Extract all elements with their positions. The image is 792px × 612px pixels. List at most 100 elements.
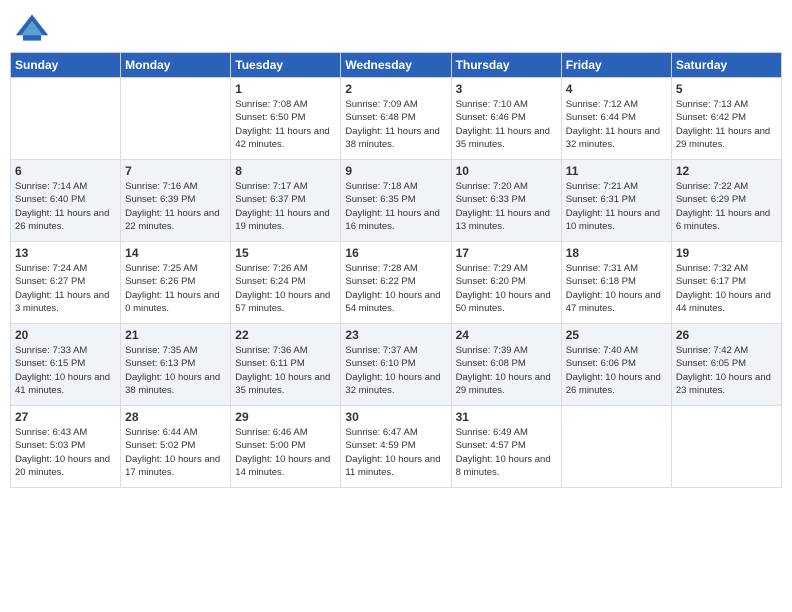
logo	[14, 10, 54, 46]
calendar-week: 20 Sunrise: 7:33 AM Sunset: 6:15 PM Dayli…	[11, 324, 782, 406]
calendar-cell: 19Sunrise: 7:32 AM Sunset: 6:17 PM Dayli…	[671, 242, 781, 324]
header-row: SundayMondayTuesdayWednesdayThursdayFrid…	[11, 53, 782, 78]
cell-content: Sunrise: 7:18 AM Sunset: 6:35 PM Dayligh…	[345, 180, 446, 233]
calendar-cell: 29 Sunrise: 6:46 AM Sunset: 5:00 PM Dayli…	[231, 406, 341, 488]
calendar-cell	[561, 406, 671, 488]
cell-content: Sunrise: 7:13 AM Sunset: 6:42 PM Dayligh…	[676, 98, 777, 151]
calendar-cell: 12 Sunrise: 7:22 AM Sunset: 6:29 PM Dayli…	[671, 160, 781, 242]
calendar-cell: 23 Sunrise: 7:37 AM Sunset: 6:10 PM Dayli…	[341, 324, 451, 406]
header-day: Thursday	[451, 53, 561, 78]
day-number: 20	[15, 328, 116, 342]
day-number: 12	[676, 164, 777, 178]
day-number: 5	[676, 82, 777, 96]
cell-content: Sunrise: 7:35 AM Sunset: 6:13 PM Dayligh…	[125, 344, 226, 397]
cell-content: Sunrise: 7:40 AM Sunset: 6:06 PM Dayligh…	[566, 344, 667, 397]
cell-content: Sunrise: 6:44 AM Sunset: 5:02 PM Dayligh…	[125, 426, 226, 479]
calendar-cell: 9 Sunrise: 7:18 AM Sunset: 6:35 PM Daylig…	[341, 160, 451, 242]
cell-content: Sunrise: 7:33 AM Sunset: 6:15 PM Dayligh…	[15, 344, 116, 397]
cell-content: Sunrise: 7:12 AM Sunset: 6:44 PM Dayligh…	[566, 98, 667, 151]
day-number: 9	[345, 164, 446, 178]
cell-content: Sunrise: 7:08 AM Sunset: 6:50 PM Dayligh…	[235, 98, 336, 151]
cell-content: Sunrise: 7:10 AM Sunset: 6:46 PM Dayligh…	[456, 98, 557, 151]
header-day: Wednesday	[341, 53, 451, 78]
page-header	[10, 10, 782, 46]
calendar-cell: 5 Sunrise: 7:13 AM Sunset: 6:42 PM Daylig…	[671, 78, 781, 160]
day-number: 14	[125, 246, 226, 260]
calendar-cell: 25 Sunrise: 7:40 AM Sunset: 6:06 PM Dayli…	[561, 324, 671, 406]
day-number: 18	[566, 246, 667, 260]
header-day: Friday	[561, 53, 671, 78]
calendar-cell: 16Sunrise: 7:28 AM Sunset: 6:22 PM Dayli…	[341, 242, 451, 324]
day-number: 10	[456, 164, 557, 178]
cell-content: Sunrise: 7:31 AM Sunset: 6:18 PM Dayligh…	[566, 262, 667, 315]
cell-content: Sunrise: 7:32 AM Sunset: 6:17 PM Dayligh…	[676, 262, 777, 315]
day-number: 24	[456, 328, 557, 342]
cell-content: Sunrise: 7:39 AM Sunset: 6:08 PM Dayligh…	[456, 344, 557, 397]
day-number: 30	[345, 410, 446, 424]
cell-content: Sunrise: 7:14 AM Sunset: 6:40 PM Dayligh…	[15, 180, 116, 233]
cell-content: Sunrise: 7:26 AM Sunset: 6:24 PM Dayligh…	[235, 262, 336, 315]
calendar-cell: 3 Sunrise: 7:10 AM Sunset: 6:46 PM Daylig…	[451, 78, 561, 160]
cell-content: Sunrise: 7:36 AM Sunset: 6:11 PM Dayligh…	[235, 344, 336, 397]
calendar-cell: 15 Sunrise: 7:26 AM Sunset: 6:24 PM Dayli…	[231, 242, 341, 324]
calendar-cell	[121, 78, 231, 160]
cell-content: Sunrise: 7:42 AM Sunset: 6:05 PM Dayligh…	[676, 344, 777, 397]
header-day: Monday	[121, 53, 231, 78]
header-day: Saturday	[671, 53, 781, 78]
day-number: 26	[676, 328, 777, 342]
cell-content: Sunrise: 7:09 AM Sunset: 6:48 PM Dayligh…	[345, 98, 446, 151]
calendar-cell: 13 Sunrise: 7:24 AM Sunset: 6:27 PM Dayli…	[11, 242, 121, 324]
cell-content: Sunrise: 7:25 AM Sunset: 6:26 PM Dayligh…	[125, 262, 226, 315]
calendar-cell: 21 Sunrise: 7:35 AM Sunset: 6:13 PM Dayli…	[121, 324, 231, 406]
cell-content: Sunrise: 7:24 AM Sunset: 6:27 PM Dayligh…	[15, 262, 116, 315]
day-number: 28	[125, 410, 226, 424]
day-number: 23	[345, 328, 446, 342]
day-number: 13	[15, 246, 116, 260]
calendar-cell: 14 Sunrise: 7:25 AM Sunset: 6:26 PM Dayli…	[121, 242, 231, 324]
calendar-cell	[11, 78, 121, 160]
cell-content: Sunrise: 7:17 AM Sunset: 6:37 PM Dayligh…	[235, 180, 336, 233]
calendar-cell: 8Sunrise: 7:17 AM Sunset: 6:37 PM Daylig…	[231, 160, 341, 242]
logo-icon	[14, 10, 50, 46]
calendar-week: 13 Sunrise: 7:24 AM Sunset: 6:27 PM Dayli…	[11, 242, 782, 324]
cell-content: Sunrise: 7:28 AM Sunset: 6:22 PM Dayligh…	[345, 262, 446, 315]
cell-content: Sunrise: 7:29 AM Sunset: 6:20 PM Dayligh…	[456, 262, 557, 315]
calendar-cell: 17 Sunrise: 7:29 AM Sunset: 6:20 PM Dayli…	[451, 242, 561, 324]
calendar-cell: 2 Sunrise: 7:09 AM Sunset: 6:48 PM Daylig…	[341, 78, 451, 160]
day-number: 31	[456, 410, 557, 424]
day-number: 2	[345, 82, 446, 96]
day-number: 3	[456, 82, 557, 96]
day-number: 21	[125, 328, 226, 342]
day-number: 27	[15, 410, 116, 424]
cell-content: Sunrise: 6:49 AM Sunset: 4:57 PM Dayligh…	[456, 426, 557, 479]
calendar-cell	[671, 406, 781, 488]
day-number: 1	[235, 82, 336, 96]
calendar-cell: 6 Sunrise: 7:14 AM Sunset: 6:40 PM Daylig…	[11, 160, 121, 242]
calendar-cell: 28 Sunrise: 6:44 AM Sunset: 5:02 PM Dayli…	[121, 406, 231, 488]
cell-content: Sunrise: 7:16 AM Sunset: 6:39 PM Dayligh…	[125, 180, 226, 233]
day-number: 15	[235, 246, 336, 260]
cell-content: Sunrise: 6:46 AM Sunset: 5:00 PM Dayligh…	[235, 426, 336, 479]
calendar-cell: 30 Sunrise: 6:47 AM Sunset: 4:59 PM Dayli…	[341, 406, 451, 488]
day-number: 17	[456, 246, 557, 260]
day-number: 7	[125, 164, 226, 178]
calendar-week: 27Sunrise: 6:43 AM Sunset: 5:03 PM Dayli…	[11, 406, 782, 488]
day-number: 29	[235, 410, 336, 424]
calendar-cell: 20 Sunrise: 7:33 AM Sunset: 6:15 PM Dayli…	[11, 324, 121, 406]
day-number: 6	[15, 164, 116, 178]
cell-content: Sunrise: 6:47 AM Sunset: 4:59 PM Dayligh…	[345, 426, 446, 479]
cell-content: Sunrise: 7:37 AM Sunset: 6:10 PM Dayligh…	[345, 344, 446, 397]
calendar-week: 1 Sunrise: 7:08 AM Sunset: 6:50 PM Daylig…	[11, 78, 782, 160]
calendar-cell: 10 Sunrise: 7:20 AM Sunset: 6:33 PM Dayli…	[451, 160, 561, 242]
calendar-cell: 4Sunrise: 7:12 AM Sunset: 6:44 PM Daylig…	[561, 78, 671, 160]
calendar-cell: 22Sunrise: 7:36 AM Sunset: 6:11 PM Dayli…	[231, 324, 341, 406]
cell-content: Sunrise: 7:20 AM Sunset: 6:33 PM Dayligh…	[456, 180, 557, 233]
calendar-cell: 31 Sunrise: 6:49 AM Sunset: 4:57 PM Dayli…	[451, 406, 561, 488]
calendar-week: 6 Sunrise: 7:14 AM Sunset: 6:40 PM Daylig…	[11, 160, 782, 242]
calendar-cell: 27Sunrise: 6:43 AM Sunset: 5:03 PM Dayli…	[11, 406, 121, 488]
cell-content: Sunrise: 7:22 AM Sunset: 6:29 PM Dayligh…	[676, 180, 777, 233]
calendar-cell: 24 Sunrise: 7:39 AM Sunset: 6:08 PM Dayli…	[451, 324, 561, 406]
day-number: 25	[566, 328, 667, 342]
calendar-table: SundayMondayTuesdayWednesdayThursdayFrid…	[10, 52, 782, 488]
cell-content: Sunrise: 7:21 AM Sunset: 6:31 PM Dayligh…	[566, 180, 667, 233]
